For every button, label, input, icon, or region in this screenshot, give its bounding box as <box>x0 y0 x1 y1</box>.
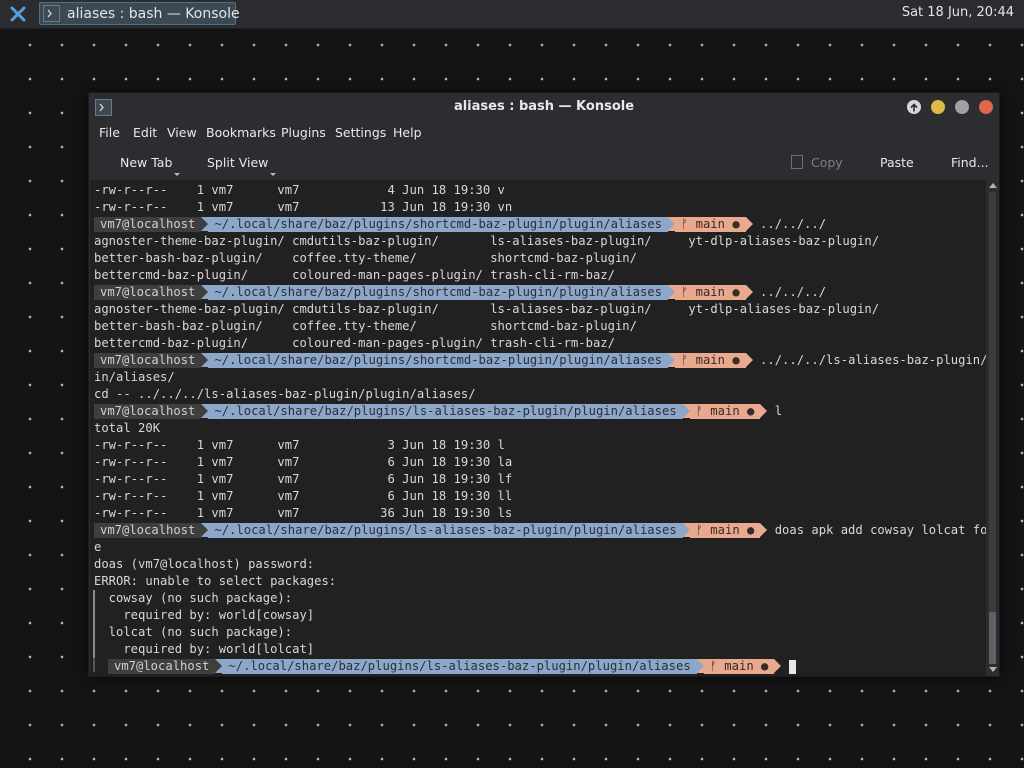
terminal-line: lolcat (no such package): <box>94 625 293 639</box>
paste-button[interactable]: Paste <box>880 155 914 170</box>
menu-bookmarks[interactable]: Bookmarks <box>206 125 276 140</box>
prompt-line: vm7@localhost ~/.local/share/baz/plugins/… <box>90 284 986 301</box>
terminal-line: -rw-r--r-- 1 vm7 vm7 36 Jun 18 19:30 ls <box>94 506 513 520</box>
prompt-host: vm7@localhost <box>94 353 202 368</box>
prompt-line: vm7@localhost ~/.local/share/baz/plugins/… <box>90 352 986 369</box>
terminal-line: e <box>94 540 102 554</box>
terminal-line: agnoster-theme-baz-plugin/ cmdutils-baz-… <box>94 302 880 316</box>
prompt-path: ~/.local/share/baz/plugins/shortcmd-baz-… <box>208 217 668 232</box>
prompt-git-branch: ᚠ main ● <box>689 523 761 538</box>
konsole-window: aliases : bash — Konsole File Edit View … <box>88 92 1000 677</box>
prompt-path: ~/.local/share/baz/plugins/ls-aliases-ba… <box>208 523 683 538</box>
prompt-line: vm7@localhost ~/.local/share/baz/plugins/… <box>90 216 986 233</box>
menu-view[interactable]: View <box>167 125 197 140</box>
terminal-line: -rw-r--r-- 1 vm7 vm7 13 Jun 18 19:30 vn <box>94 200 513 214</box>
prompt-path: ~/.local/share/baz/plugins/shortcmd-baz-… <box>208 353 668 368</box>
terminal-line: bettercmd-baz-plugin/ coloured-man-pages… <box>94 268 615 282</box>
terminal-line: doas (vm7@localhost) password: <box>94 557 315 571</box>
terminal-line: -rw-r--r-- 1 vm7 vm7 4 Jun 18 19:30 v <box>94 183 505 197</box>
clock[interactable]: Sat 18 Jun, 20:44 <box>902 5 1014 20</box>
prompt-host: vm7@localhost <box>94 404 202 419</box>
prompt-git-branch: ᚠ main ● <box>674 217 746 232</box>
konsole-icon <box>43 5 60 22</box>
prompt-line: vm7@localhost ~/.local/share/baz/plugins/… <box>90 658 986 675</box>
prompt-git-branch: ᚠ main ● <box>674 353 746 368</box>
prompt-git-branch: ᚠ main ● <box>703 659 775 674</box>
terminal-scrollbar[interactable] <box>986 180 999 676</box>
taskbar-item-label: aliases : bash — Konsole <box>67 6 240 22</box>
title-bar[interactable]: aliases : bash — Konsole <box>89 93 999 121</box>
menu-settings[interactable]: Settings <box>335 125 386 140</box>
terminal-line: total 20K <box>94 421 161 435</box>
find-button[interactable]: Find... <box>951 155 989 170</box>
keep-above-button[interactable] <box>907 100 921 114</box>
close-button[interactable] <box>979 100 993 114</box>
terminal-line: better-bash-baz-plugin/ coffee.tty-theme… <box>94 319 637 333</box>
command-text: doas apk add cowsay lolcat fortun <box>774 523 986 537</box>
top-panel: aliases : bash — Konsole Sat 18 Jun, 20:… <box>0 0 1024 29</box>
app-launcher-icon[interactable] <box>9 5 27 23</box>
copy-icon <box>791 155 803 169</box>
arrow-up-icon <box>910 103 918 112</box>
maximize-button[interactable] <box>955 100 969 114</box>
terminal-cursor <box>788 660 796 674</box>
terminal-line: -rw-r--r-- 1 vm7 vm7 3 Jun 18 19:30 l <box>94 438 505 452</box>
terminal-line: cd -- ../../../ls-aliases-baz-plugin/plu… <box>94 387 476 401</box>
prompt-path: ~/.local/share/baz/plugins/ls-aliases-ba… <box>222 659 697 674</box>
menu-edit[interactable]: Edit <box>133 125 157 140</box>
terminal-line: required by: world[lolcat] <box>94 642 315 656</box>
chevron-down-icon <box>174 173 181 176</box>
terminal-line: -rw-r--r-- 1 vm7 vm7 6 Jun 18 19:30 ll <box>94 489 513 503</box>
prompt-line: vm7@localhost ~/.local/share/baz/plugins/… <box>90 522 986 539</box>
output-group-marker <box>93 590 95 658</box>
scroll-thumb[interactable] <box>989 612 996 664</box>
taskbar-item-konsole[interactable]: aliases : bash — Konsole <box>39 2 240 25</box>
terminal-line: agnoster-theme-baz-plugin/ cmdutils-baz-… <box>94 234 880 248</box>
split-view-button[interactable]: Split View <box>207 155 277 176</box>
terminal-line: required by: world[cowsay] <box>94 608 315 622</box>
terminal-line: -rw-r--r-- 1 vm7 vm7 6 Jun 18 19:30 la <box>94 455 513 469</box>
terminal-line: bettercmd-baz-plugin/ coloured-man-pages… <box>94 336 615 350</box>
split-view-label: Split View <box>207 155 269 170</box>
command-text: ../../../ <box>760 285 827 299</box>
command-text: ../../../ <box>760 217 827 231</box>
toolbar: New Tab Split View Copy Paste Find... <box>89 145 999 179</box>
chevron-down-icon <box>270 173 277 176</box>
terminal-line: in/aliases/ <box>94 370 175 384</box>
prompt-path: ~/.local/share/baz/plugins/ls-aliases-ba… <box>208 404 683 419</box>
terminal-line: ERROR: unable to select packages: <box>94 574 337 588</box>
menu-bar: File Edit View Bookmarks Plugins Setting… <box>89 121 999 145</box>
menu-file[interactable]: File <box>99 125 120 140</box>
prompt-path: ~/.local/share/baz/plugins/shortcmd-baz-… <box>208 285 668 300</box>
menu-plugins[interactable]: Plugins <box>281 125 326 140</box>
prompt-line: vm7@localhost ~/.local/share/baz/plugins/… <box>90 403 986 420</box>
prompt-host: vm7@localhost <box>94 217 202 232</box>
prompt-git-branch: ᚠ main ● <box>689 404 761 419</box>
scroll-down-icon[interactable] <box>989 667 997 672</box>
minimize-button[interactable] <box>931 100 945 114</box>
menu-help[interactable]: Help <box>393 125 422 140</box>
copy-button[interactable]: Copy <box>811 155 843 170</box>
scroll-track[interactable] <box>989 192 996 664</box>
terminal-line: cowsay (no such package): <box>94 591 293 605</box>
prompt-host: vm7@localhost <box>108 659 216 674</box>
prompt-git-branch: ᚠ main ● <box>674 285 746 300</box>
command-text: l <box>774 404 783 418</box>
prompt-host: vm7@localhost <box>94 523 202 538</box>
command-text: ../../../ls-aliases-baz-plugin/plug <box>760 353 986 367</box>
output-group-marker <box>93 658 95 672</box>
new-tab-button[interactable]: New Tab <box>120 155 181 176</box>
terminal-line: better-bash-baz-plugin/ coffee.tty-theme… <box>94 251 637 265</box>
new-tab-label: New Tab <box>120 155 173 170</box>
prompt-host: vm7@localhost <box>94 285 202 300</box>
terminal-line: -rw-r--r-- 1 vm7 vm7 6 Jun 18 19:30 lf <box>94 472 513 486</box>
window-title: aliases : bash — Konsole <box>453 99 635 114</box>
terminal-view[interactable]: -rw-r--r-- 1 vm7 vm7 4 Jun 18 19:30 v -r… <box>90 180 986 676</box>
scroll-up-icon[interactable] <box>989 183 997 188</box>
